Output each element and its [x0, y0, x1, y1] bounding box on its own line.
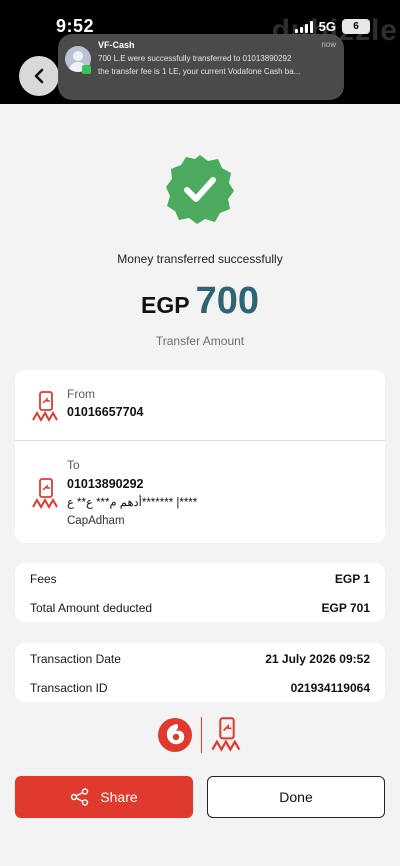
wallet-logo-icon: [32, 478, 58, 510]
back-button[interactable]: [19, 56, 59, 96]
chevron-left-icon: [34, 68, 44, 84]
transaction-id-label: Transaction ID: [30, 681, 108, 695]
success-message: Money transferred successfully: [117, 252, 283, 266]
parties-card: From 01016657704 To 01013890292 أدهم م**…: [15, 370, 385, 543]
amount-currency: EGP: [141, 292, 190, 318]
notification-line-2: the transfer fee is 1 LE, your current V…: [98, 67, 301, 76]
transaction-id-value: 021934119064: [290, 681, 370, 695]
to-nickname: CapAdham: [67, 515, 125, 527]
battery-icon: 6: [342, 19, 370, 34]
vodafone-logo-icon: [157, 718, 192, 752]
share-button[interactable]: Share: [15, 776, 193, 818]
notification-banner[interactable]: VF-Cash now 700 L.E were successfully tr…: [58, 34, 344, 100]
to-label: To: [67, 458, 80, 472]
notification-line-1: 700 L.E were successfully transferred to…: [98, 54, 292, 63]
to-number: 01013890292: [67, 477, 144, 491]
divider: [15, 440, 385, 441]
check-badge-icon: [166, 155, 234, 224]
done-label: Done: [279, 789, 313, 805]
share-icon: [71, 788, 89, 806]
notification-time: now: [321, 40, 336, 49]
network-type: 5G: [318, 19, 336, 34]
to-masked-name: أدهم م*** ع** ع******* |****: [67, 497, 198, 509]
transaction-id-row: Transaction ID 021934119064: [30, 681, 370, 695]
done-button[interactable]: Done: [207, 776, 385, 818]
total-label: Total Amount deducted: [30, 601, 153, 615]
total-value: EGP 701: [321, 601, 370, 615]
signal-icon: [294, 20, 313, 33]
share-label: Share: [100, 789, 138, 805]
status-indicators: 5G 6: [294, 19, 370, 34]
wallet-logo-icon: [32, 391, 58, 423]
fees-card: Fees EGP 1 Total Amount deducted EGP 701: [15, 563, 385, 622]
transaction-card: Transaction Date 21 July 2026 09:52 Tran…: [15, 643, 385, 702]
messages-badge-icon: [82, 65, 91, 74]
notification-title: VF-Cash: [98, 40, 135, 50]
fees-label: Fees: [30, 572, 57, 586]
total-row: Total Amount deducted EGP 701: [30, 601, 370, 615]
from-label: From: [67, 387, 95, 401]
transaction-date-value: 21 July 2026 09:52: [265, 652, 370, 666]
brand-separator: [200, 717, 202, 753]
transaction-date-row: Transaction Date 21 July 2026 09:52: [30, 652, 370, 666]
fees-row: Fees EGP 1: [30, 572, 370, 586]
fees-value: EGP 1: [334, 572, 370, 586]
transaction-date-label: Transaction Date: [30, 652, 121, 666]
transfer-amount: EGP 700: [0, 280, 400, 323]
brand-logos: [0, 714, 400, 756]
amount-label: Transfer Amount: [155, 334, 245, 348]
amount-value: 700: [195, 280, 259, 322]
vodafone-cash-logo-icon: [211, 717, 240, 752]
from-number: 01016657704: [67, 405, 144, 419]
